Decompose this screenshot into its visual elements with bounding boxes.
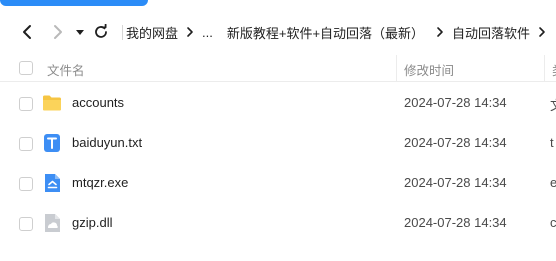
file-row[interactable]: gzip.dll 2024-07-28 14:34 c: [0, 203, 556, 243]
file-name[interactable]: gzip.dll: [72, 215, 112, 230]
folder-icon: [43, 95, 61, 111]
breadcrumb-folder-tutorial[interactable]: 新版教程+软件+自动回落（最新）: [225, 23, 426, 42]
file-row[interactable]: accounts 2024-07-28 14:34 文: [0, 83, 556, 123]
file-modified: 2024-07-28 14:34: [404, 95, 507, 110]
row-checkbox[interactable]: [19, 217, 33, 231]
column-divider[interactable]: [544, 55, 545, 81]
back-button[interactable]: [17, 22, 37, 42]
column-header-modified[interactable]: 修改时间: [404, 60, 454, 79]
column-header-next[interactable]: 类: [552, 60, 556, 79]
dll-file-icon: [45, 214, 60, 232]
file-name[interactable]: baiduyun.txt: [72, 135, 142, 150]
exe-file-icon: [45, 174, 60, 192]
file-modified: 2024-07-28 14:34: [404, 135, 507, 150]
breadcrumb-chevron-icon: [426, 26, 450, 38]
refresh-icon: [95, 24, 107, 38]
column-divider[interactable]: [396, 55, 397, 81]
file-row[interactable]: mtqzr.exe 2024-07-28 14:34 e: [0, 163, 556, 203]
file-name[interactable]: accounts: [72, 95, 124, 110]
breadcrumb-chevron-icon: [180, 26, 200, 38]
breadcrumb-ellipsis[interactable]: ...: [200, 25, 215, 40]
top-accent-strip: [0, 0, 148, 6]
path-toolbar: 我的网盘 ... 新版教程+软件+自动回落（最新） 自动回落软件: [0, 16, 556, 48]
row-checkbox[interactable]: [19, 137, 33, 151]
file-modified: 2024-07-28 14:34: [404, 175, 507, 190]
history-dropdown-button[interactable]: [70, 22, 90, 42]
file-list-header: 文件名 修改时间 类: [0, 55, 556, 82]
file-type-truncated: t: [550, 135, 554, 150]
row-checkbox[interactable]: [19, 177, 33, 191]
breadcrumb: 我的网盘 ... 新版教程+软件+自动回落（最新） 自动回落软件: [124, 16, 556, 48]
chevron-left-icon: [23, 25, 31, 39]
file-name[interactable]: mtqzr.exe: [72, 175, 128, 190]
toolbar-divider: [122, 25, 123, 40]
refresh-button[interactable]: [91, 22, 111, 42]
breadcrumb-root[interactable]: 我的网盘: [124, 23, 180, 42]
file-type-truncated: 文: [550, 95, 556, 114]
breadcrumb-chevron-icon: [532, 26, 552, 38]
file-type-truncated: e: [550, 175, 556, 190]
text-file-icon: [44, 134, 60, 152]
row-checkbox[interactable]: [19, 97, 33, 111]
breadcrumb-folder-software[interactable]: 自动回落软件: [450, 23, 532, 42]
file-row[interactable]: baiduyun.txt 2024-07-28 14:34 t: [0, 123, 556, 163]
forward-button[interactable]: [48, 22, 68, 42]
file-modified: 2024-07-28 14:34: [404, 215, 507, 230]
chevron-right-icon: [54, 25, 62, 39]
file-type-truncated: c: [550, 215, 556, 230]
select-all-checkbox[interactable]: [19, 61, 33, 75]
caret-down-icon: [76, 30, 84, 35]
column-header-filename[interactable]: 文件名: [47, 60, 85, 79]
